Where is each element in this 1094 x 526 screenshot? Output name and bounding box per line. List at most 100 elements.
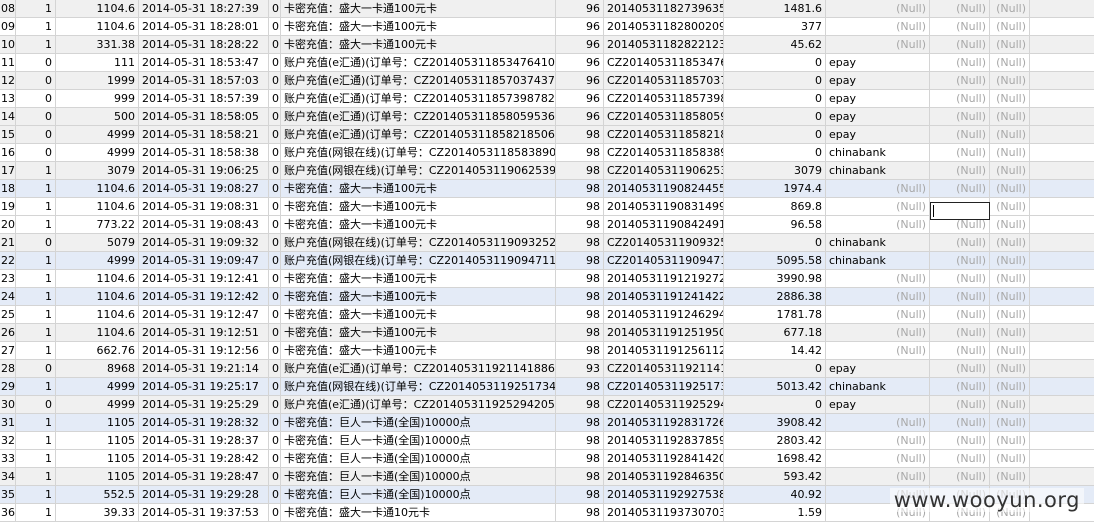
table-cell-pay[interactable]: (Null): [826, 180, 930, 197]
table-cell-status[interactable]: 0: [269, 288, 281, 305]
table-cell-id[interactable]: 20: [0, 216, 16, 233]
table-cell-id[interactable]: 26: [0, 324, 16, 341]
table-cell-order[interactable]: 201405311928463506: [604, 468, 724, 485]
table-cell-c10[interactable]: (Null): [930, 288, 990, 305]
table-cell-value[interactable]: 5013.42: [724, 378, 826, 395]
table-cell-value[interactable]: 677.18: [724, 324, 826, 341]
table-cell-flag[interactable]: 1: [16, 0, 56, 17]
table-cell-amount[interactable]: 1104.6: [56, 324, 139, 341]
table-cell-order[interactable]: CZ201405311909325283: [604, 234, 724, 251]
table-cell-desc[interactable]: 账户充值(网银在线)(订单号：CZ20140531192517346: [281, 378, 556, 395]
table-cell-value[interactable]: 0: [724, 234, 826, 251]
table-cell-status[interactable]: 0: [269, 216, 281, 233]
table-cell-flag[interactable]: 0: [16, 54, 56, 71]
table-cell-status[interactable]: 0: [269, 144, 281, 161]
table-cell-amount[interactable]: 1104.6: [56, 198, 139, 215]
table-cell-c11[interactable]: (Null): [990, 54, 1030, 71]
table-cell-flag[interactable]: 1: [16, 378, 56, 395]
table-cell-c11[interactable]: (Null): [990, 216, 1030, 233]
table-cell-c11[interactable]: (Null): [990, 270, 1030, 287]
table-cell-code[interactable]: 98: [556, 432, 604, 449]
table-cell-value[interactable]: 0: [724, 90, 826, 107]
table-cell-order[interactable]: CZ201405311858389023: [604, 144, 724, 161]
table-cell-time[interactable]: 2014-05-31 18:53:47: [139, 54, 269, 71]
table-cell-pay[interactable]: (Null): [826, 432, 930, 449]
table-row[interactable]: 12 0 1999 2014-05-31 18:57:03 0 账户充值(e汇通)(订单号…: [0, 72, 1094, 90]
table-cell-c10[interactable]: (Null): [930, 0, 990, 17]
table-cell-flag[interactable]: 1: [16, 18, 56, 35]
table-cell-empty[interactable]: [1030, 270, 1094, 287]
table-cell-amount[interactable]: 1999: [56, 72, 139, 89]
table-row[interactable]: 14 0 500 2014-05-31 18:58:05 0 账户充值(e汇通)(订单号：…: [0, 108, 1094, 126]
table-cell-empty[interactable]: [1030, 360, 1094, 377]
table-cell-code[interactable]: 98: [556, 270, 604, 287]
table-cell-value[interactable]: 1698.42: [724, 450, 826, 467]
table-row[interactable]: 21 0 5079 2014-05-31 19:09:32 0 账户充值(网银在线)(订单…: [0, 234, 1094, 252]
table-cell-value[interactable]: 2886.38: [724, 288, 826, 305]
table-cell-amount[interactable]: 500: [56, 108, 139, 125]
table-cell-amount[interactable]: 1104.6: [56, 180, 139, 197]
table-cell-pay[interactable]: (Null): [826, 450, 930, 467]
table-cell-code[interactable]: 98: [556, 234, 604, 251]
table-cell-empty[interactable]: [1030, 234, 1094, 251]
table-cell-pay[interactable]: (Null): [826, 342, 930, 359]
table-cell-time[interactable]: 2014-05-31 19:28:37: [139, 432, 269, 449]
table-cell-flag[interactable]: 1: [16, 324, 56, 341]
table-cell-c11[interactable]: (Null): [990, 234, 1030, 251]
table-cell-order[interactable]: 201405311929275383: [604, 486, 724, 503]
table-cell-time[interactable]: 2014-05-31 19:12:41: [139, 270, 269, 287]
table-cell-time[interactable]: 2014-05-31 19:12:56: [139, 342, 269, 359]
table-row[interactable]: 18 1 1104.6 2014-05-31 19:08:27 0 卡密充值：盛大一卡通1…: [0, 180, 1094, 198]
table-cell-code[interactable]: 98: [556, 144, 604, 161]
table-cell-id[interactable]: 30: [0, 396, 16, 413]
table-cell-flag[interactable]: 0: [16, 360, 56, 377]
table-cell-order[interactable]: 201405311828221231: [604, 36, 724, 53]
table-cell-status[interactable]: 0: [269, 342, 281, 359]
table-cell-code[interactable]: 96: [556, 54, 604, 71]
table-row[interactable]: 34 1 1105 2014-05-31 19:28:47 0 卡密充值：巨人一卡通(全国…: [0, 468, 1094, 486]
table-cell-c10[interactable]: (Null): [930, 18, 990, 35]
table-cell-empty[interactable]: [1030, 0, 1094, 17]
table-cell-pay[interactable]: (Null): [826, 0, 930, 17]
table-cell-desc[interactable]: 卡密充值：巨人一卡通(全国)10000点: [281, 414, 556, 431]
table-cell-desc[interactable]: 卡密充值：盛大一卡通100元卡: [281, 0, 556, 17]
table-cell-id[interactable]: 22: [0, 252, 16, 269]
table-cell-empty[interactable]: [1030, 324, 1094, 341]
table-cell-pay[interactable]: epay: [826, 126, 930, 143]
table-cell-status[interactable]: 0: [269, 432, 281, 449]
table-cell-flag[interactable]: 1: [16, 252, 56, 269]
table-cell-time[interactable]: 2014-05-31 19:29:28: [139, 486, 269, 503]
table-row[interactable]: 23 1 1104.6 2014-05-31 19:12:41 0 卡密充值：盛大一卡通1…: [0, 270, 1094, 288]
table-cell-flag[interactable]: 0: [16, 126, 56, 143]
table-cell-desc[interactable]: 卡密充值：盛大一卡通100元卡: [281, 288, 556, 305]
table-cell-pay[interactable]: (Null): [826, 270, 930, 287]
table-cell-time[interactable]: 2014-05-31 19:09:32: [139, 234, 269, 251]
table-cell-order[interactable]: 201405311912462942: [604, 306, 724, 323]
table-cell-pay[interactable]: chinabank: [826, 378, 930, 395]
table-cell-desc[interactable]: 账户充值(网银在线)(订单号：CZ20140531190625392: [281, 162, 556, 179]
table-cell-id[interactable]: 11: [0, 54, 16, 71]
table-cell-id[interactable]: 24: [0, 288, 16, 305]
table-cell-flag[interactable]: 1: [16, 162, 56, 179]
table-cell-c11[interactable]: (Null): [990, 288, 1030, 305]
table-cell-c11[interactable]: (Null): [990, 36, 1030, 53]
table-cell-status[interactable]: 0: [269, 90, 281, 107]
table-cell-desc[interactable]: 卡密充值：巨人一卡通(全国)10000点: [281, 450, 556, 467]
table-cell-c11[interactable]: (Null): [990, 252, 1030, 269]
table-cell-pay[interactable]: (Null): [826, 414, 930, 431]
table-cell-code[interactable]: 96: [556, 90, 604, 107]
table-cell-pay[interactable]: (Null): [826, 216, 930, 233]
table-cell-flag[interactable]: 1: [16, 270, 56, 287]
table-cell-amount[interactable]: 39.33: [56, 504, 139, 521]
table-cell-flag[interactable]: 1: [16, 180, 56, 197]
table-cell-amount[interactable]: 8968: [56, 360, 139, 377]
table-cell-order[interactable]: 201405311912519503: [604, 324, 724, 341]
table-cell-amount[interactable]: 4999: [56, 252, 139, 269]
table-cell-order[interactable]: CZ201405311858059536: [604, 108, 724, 125]
table-cell-c10[interactable]: (Null): [930, 360, 990, 377]
table-cell-id[interactable]: 31: [0, 414, 16, 431]
table-row[interactable]: 28 0 8968 2014-05-31 19:21:14 0 账户充值(e汇通)(订单号…: [0, 360, 1094, 378]
table-cell-c10[interactable]: (Null): [930, 342, 990, 359]
table-cell-value[interactable]: 0: [724, 126, 826, 143]
table-cell-amount[interactable]: 4999: [56, 126, 139, 143]
